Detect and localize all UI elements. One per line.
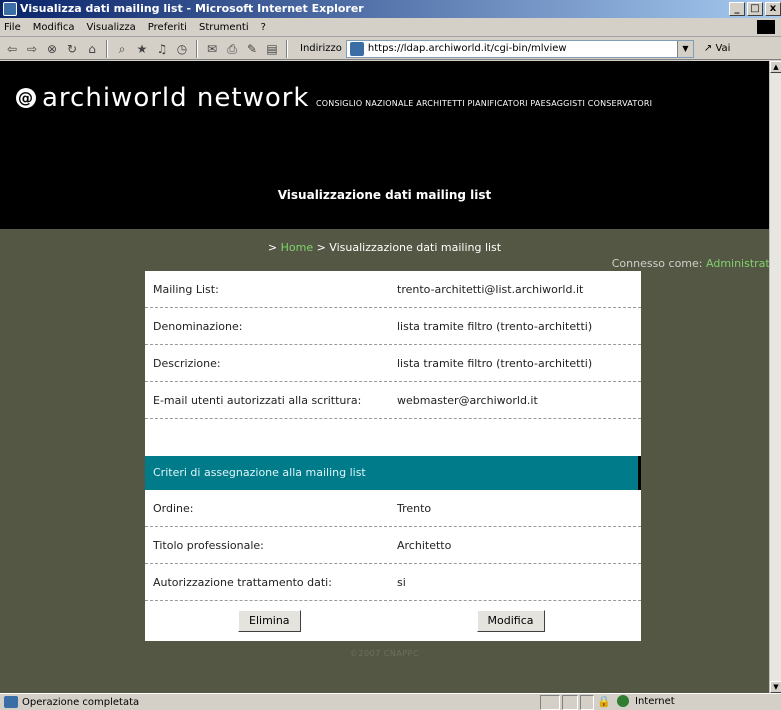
chevron-down-icon[interactable]: ▼ [676,40,693,57]
menu-strumenti[interactable]: Strumenti [199,22,249,33]
session-user: Administrator [706,257,769,270]
menu-bar: File Modifica Visualizza Preferiti Strum… [0,18,781,37]
close-button[interactable]: x [765,2,781,16]
status-cell [540,695,560,710]
menu-modifica[interactable]: Modifica [33,22,75,33]
footer-copyright: ©2007 CNAPPC [349,649,420,658]
delete-button[interactable]: Elimina [238,610,301,632]
zone-label: Internet [635,695,675,707]
session-info: Connesso come: Administrator [612,257,769,270]
window-titlebar: Visualizza dati mailing list - Microsoft… [0,0,781,18]
media-icon[interactable]: ♫ [154,41,170,57]
status-cell [562,695,578,710]
site-subtitle: CONSIGLIO NAZIONALE ARCHITETTI PIANIFICA… [316,99,653,108]
logo-text: archiworld network [42,83,310,113]
go-button[interactable]: ↗ Vai [704,43,731,54]
detail-value: lista tramite filtro (trento-architetti) [397,319,593,333]
forward-icon[interactable]: ⇨ [24,41,40,57]
criteria-label: Ordine: [153,501,194,515]
edit-button[interactable]: Modifica [476,610,545,632]
back-icon[interactable]: ⇦ [4,41,20,57]
address-label: Indirizzo [300,43,342,54]
page-icon [349,41,364,56]
action-row: Elimina Modifica [145,601,641,641]
detail-row: Descrizione: lista tramite filtro (trent… [145,345,641,382]
edit-icon[interactable]: ✎ [244,41,260,57]
logo-mark-icon: @ [16,88,36,108]
spacer-row [145,419,641,456]
discuss-icon[interactable]: ▤ [264,41,280,57]
detail-label: E-mail utenti autorizzati alla scrittura… [153,393,362,407]
window-controls: _ □ x [729,2,781,16]
breadcrumb-home-link[interactable]: Home [281,241,313,254]
criteria-label: Titolo professionale: [153,538,264,552]
site-header: @ archiworld network CONSIGLIO NAZIONALE… [0,61,769,229]
criteria-value: Trento [397,501,432,515]
minimize-button[interactable]: _ [729,2,745,16]
detail-value: webmaster@archiworld.it [397,393,538,407]
windows-logo-icon [757,20,775,34]
detail-row: E-mail utenti autorizzati alla scrittura… [145,382,641,419]
print-icon[interactable]: ⎙ [224,41,240,57]
toolbar-separator [106,39,108,58]
detail-label: Mailing List: [153,282,219,296]
criteria-row: Titolo professionale: Architetto [145,527,641,564]
mailing-list-details-panel: Mailing List: trento-architetti@list.arc… [145,271,641,641]
criteria-value: Architetto [397,538,452,552]
security-zone[interactable]: Internet [617,695,675,707]
page-title: Visualizzazione dati mailing list [277,188,492,202]
criteria-value: si [397,575,406,589]
breadcrumb-current: > Visualizzazione dati mailing list [313,241,502,254]
status-cell [580,695,594,710]
address-bar[interactable]: https://ldap.archiworld.it/cgi-bin/mlvie… [345,39,694,58]
breadcrumb-sep: > [267,241,281,254]
status-text: Operazione completata [22,696,140,708]
criteria-row: Ordine: Trento [145,490,641,527]
detail-value: lista tramite filtro (trento-architetti) [397,356,593,370]
go-label: Vai [715,43,731,54]
window-title: Visualizza dati mailing list - Microsoft… [20,2,364,15]
detail-label: Descrizione: [153,356,221,370]
ie-icon [3,2,17,16]
scroll-down-icon[interactable]: ▼ [770,681,781,693]
page-done-icon [4,696,18,708]
menu-file[interactable]: File [4,22,21,33]
session-label: Connesso come: [611,257,706,270]
criteria-row: Autorizzazione trattamento dati: si [145,564,641,601]
maximize-button[interactable]: □ [747,2,763,16]
vertical-scrollbar[interactable]: ▲ ▼ [769,61,781,693]
search-icon[interactable]: ⌕ [114,41,130,57]
mail-icon[interactable]: ✉ [204,41,220,57]
detail-label: Denominazione: [153,319,243,333]
toolbar-separator [286,39,288,58]
menu-visualizza[interactable]: Visualizza [87,22,136,33]
detail-value: trento-architetti@list.archiworld.it [397,282,584,296]
scroll-up-icon[interactable]: ▲ [770,61,781,73]
favorites-icon[interactable]: ★ [134,41,150,57]
criteria-heading: Criteri di assegnazione alla mailing lis… [145,456,641,490]
history-icon[interactable]: ◷ [174,41,190,57]
criteria-label: Autorizzazione trattamento dati: [153,575,332,589]
breadcrumb: > Home > Visualizzazione dati mailing li… [0,241,769,254]
browser-toolbar: ⇦ ⇨ ⊗ ↻ ⌂ ⌕ ★ ♫ ◷ ✉ ⎙ ✎ ▤ Indirizzo http… [0,38,781,60]
globe-icon [617,695,629,707]
address-url[interactable]: https://ldap.archiworld.it/cgi-bin/mlvie… [368,43,567,54]
detail-row: Denominazione: lista tramite filtro (tre… [145,308,641,345]
menu-preferiti[interactable]: Preferiti [148,22,187,33]
toolbar-separator [196,39,198,58]
refresh-icon[interactable]: ↻ [64,41,80,57]
detail-row: Mailing List: trento-architetti@list.arc… [145,271,641,308]
site-logo[interactable]: @ archiworld network [16,83,310,113]
menu-help[interactable]: ? [261,22,266,33]
page-viewport: @ archiworld network CONSIGLIO NAZIONALE… [0,61,769,693]
lock-icon[interactable]: 🔒 [597,695,611,708]
status-bar: Operazione completata 🔒 Internet [0,693,781,710]
home-icon[interactable]: ⌂ [84,41,100,57]
stop-icon[interactable]: ⊗ [44,41,60,57]
